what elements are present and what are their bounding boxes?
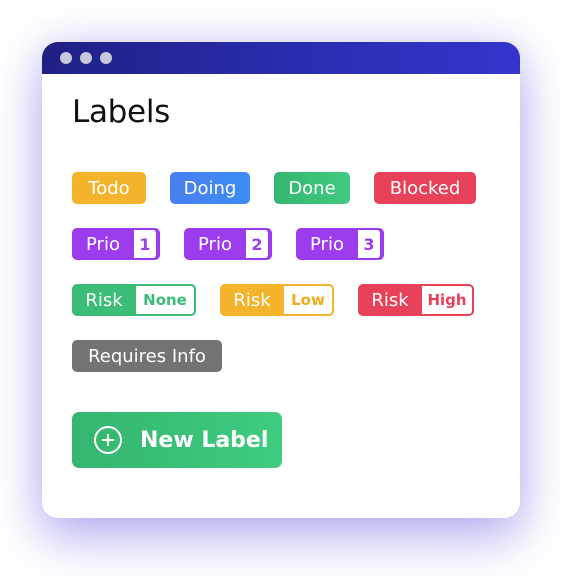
label-done[interactable]: Done xyxy=(274,172,350,204)
label-text: Risk xyxy=(371,289,409,311)
label-prio-2[interactable]: Prio 2 xyxy=(184,228,272,260)
label-text: Risk xyxy=(85,289,123,311)
label-text: Prio xyxy=(198,233,232,255)
label-prio-1[interactable]: Prio 1 xyxy=(72,228,160,260)
label-value: 1 xyxy=(134,230,156,258)
label-risk-high[interactable]: Risk High xyxy=(358,284,474,316)
label-requires-info[interactable]: Requires Info xyxy=(72,340,222,372)
label-value: 2 xyxy=(246,230,268,258)
label-risk-none[interactable]: Risk None xyxy=(72,284,196,316)
label-value: None xyxy=(136,286,194,314)
label-value: High xyxy=(422,286,472,314)
plus-circle-icon xyxy=(94,426,122,454)
label-text: Risk xyxy=(233,289,271,311)
window-dot-icon[interactable] xyxy=(60,52,72,64)
new-label-button[interactable]: New Label xyxy=(72,412,282,468)
label-value: Low xyxy=(284,286,332,314)
label-prio-3[interactable]: Prio 3 xyxy=(296,228,384,260)
labels-window: Labels Todo Doing Done Blocked Prio 1 Pr… xyxy=(42,42,520,518)
label-risk-low[interactable]: Risk Low xyxy=(220,284,334,316)
label-text: Prio xyxy=(310,233,344,255)
label-doing[interactable]: Doing xyxy=(170,172,250,204)
label-blocked[interactable]: Blocked xyxy=(374,172,476,204)
page-title: Labels xyxy=(72,94,170,130)
window-dot-icon[interactable] xyxy=(100,52,112,64)
label-todo[interactable]: Todo xyxy=(72,172,146,204)
label-value: 3 xyxy=(358,230,380,258)
window-dot-icon[interactable] xyxy=(80,52,92,64)
window-titlebar xyxy=(42,42,520,74)
new-label-button-text: New Label xyxy=(140,427,269,453)
label-text: Prio xyxy=(86,233,120,255)
